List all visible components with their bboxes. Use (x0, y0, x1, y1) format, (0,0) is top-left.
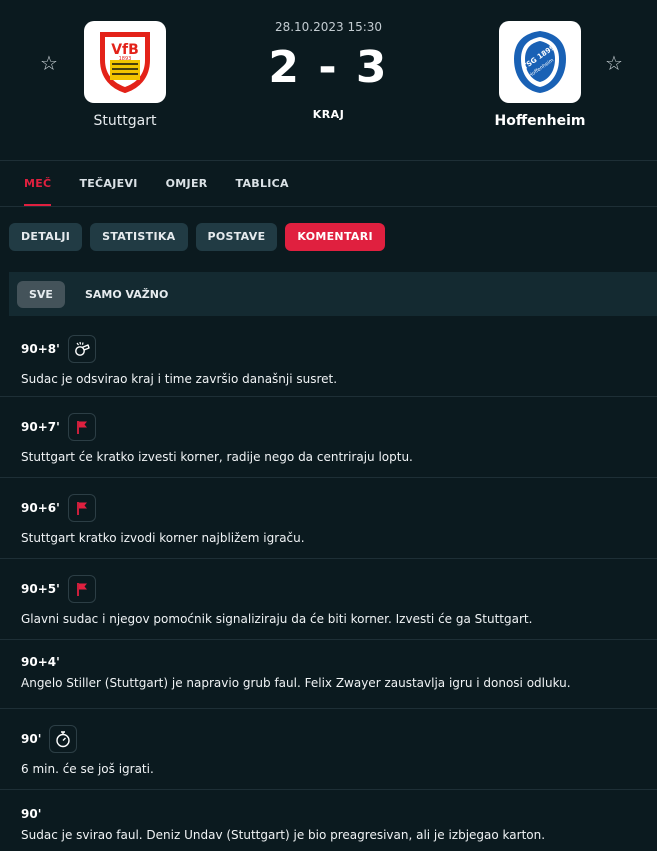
comment-minute: 90+8' (21, 342, 60, 356)
tab-omjer[interactable]: OMJER (166, 161, 208, 206)
match-header: ☆ VfB 1893 Stuttgart 28.10.2023 15:30 2 … (0, 0, 657, 160)
comment-text: Sudac je svirao faul. Deniz Undav (Stutt… (21, 828, 546, 842)
away-team-name[interactable]: Hoffenheim (460, 113, 620, 129)
away-team-logo[interactable]: TSG 1899 Hoffenheim (499, 21, 581, 103)
comment-minute: 90' (21, 807, 42, 821)
subtab-komentari[interactable]: KOMENTARI (285, 223, 385, 251)
comment-item: 90' Sudac je svirao faul. Deniz Undav (S… (0, 790, 657, 851)
comment-item: 90+4' Angelo Stiller (Stuttgart) je napr… (0, 640, 657, 709)
stopwatch-icon (49, 725, 78, 753)
favorite-away-star-icon[interactable]: ☆ (603, 52, 625, 74)
comment-text: Stuttgart kratko izvodi korner najbližem… (21, 531, 305, 545)
comment-minute: 90+7' (21, 420, 60, 434)
filter-sve[interactable]: SVE (17, 280, 65, 308)
comment-minute: 90' (21, 732, 42, 746)
subtab-statistika[interactable]: STATISTIKA (90, 223, 188, 251)
subtab-postave[interactable]: POSTAVE (195, 223, 278, 251)
comment-filter-bar: SVE SAMO VAŽNO (9, 272, 657, 316)
comment-item: 90+6' Stuttgart kratko izvodi korner naj… (0, 478, 657, 559)
main-tabs: MEČ TEČAJEVI OMJER TABLICA (0, 161, 657, 206)
comment-text: Sudac je odsvirao kraj i time završio da… (21, 372, 338, 386)
corner-flag-icon (67, 413, 96, 441)
comment-text: Angelo Stiller (Stuttgart) je napravio g… (21, 676, 571, 690)
comment-minute: 90+6' (21, 501, 60, 515)
commentary-list: 90+8' Sudac je odsvirao kraj i time zavr… (0, 328, 657, 851)
whistle-icon (67, 335, 96, 363)
hoffenheim-crest-icon: TSG 1899 Hoffenheim (514, 31, 566, 93)
comment-item: 90+7' Stuttgart će kratko izvesti korner… (0, 397, 657, 478)
comment-item: 90' 6 min. će se još igrati. (0, 709, 657, 790)
comment-item: 90+8' Sudac je odsvirao kraj i time zavr… (0, 328, 657, 397)
comment-minute: 90+4' (21, 655, 60, 669)
subtab-detalji[interactable]: DETALJI (9, 223, 83, 251)
comment-minute: 90+5' (21, 582, 60, 596)
tab-mec[interactable]: MEČ (24, 161, 52, 206)
tab-tablica[interactable]: TABLICA (236, 161, 289, 206)
corner-flag-icon (67, 575, 96, 603)
comment-item: 90+5' Glavni sudac i njegov pomoćnik sig… (0, 559, 657, 640)
comment-text: Stuttgart će kratko izvesti korner, radi… (21, 450, 413, 464)
sub-tabs: DETALJI STATISTIKA POSTAVE KOMENTARI (0, 207, 657, 267)
filter-samo-vazno[interactable]: SAMO VAŽNO (73, 281, 180, 308)
comment-text: 6 min. će se još igrati. (21, 762, 154, 776)
corner-flag-icon (67, 494, 96, 522)
comment-text: Glavni sudac i njegov pomoćnik signalizi… (21, 612, 533, 626)
tab-tecajevi[interactable]: TEČAJEVI (79, 161, 137, 206)
